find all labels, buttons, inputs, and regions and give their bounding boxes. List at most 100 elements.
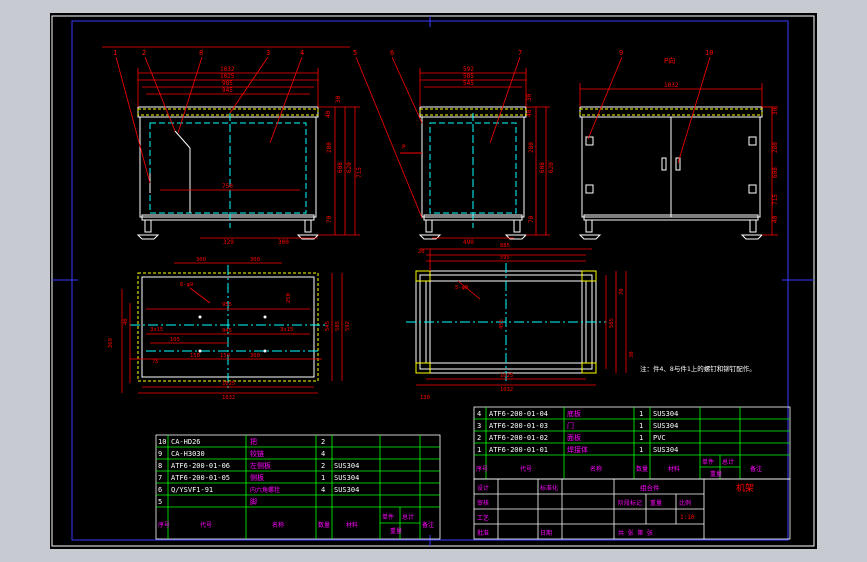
bom-right-header-material: 材料 <box>668 465 680 473</box>
dim-side-608: 608 <box>539 162 546 173</box>
dim-plan-360: 360 <box>250 353 260 359</box>
dim-right-40: 40 <box>772 215 779 223</box>
bom-left-no: 7 <box>158 474 162 482</box>
cad-application: 1032 1025 985 945 750 329 300 30 40 280 … <box>0 0 867 562</box>
side-view: 592 585 545 490 30 40 280 608 620 70 <box>418 66 555 246</box>
balloon-4: 4 <box>300 49 304 57</box>
dim-front-side-715: 715 <box>356 167 363 178</box>
bom-left-header-material: 材料 <box>346 521 358 529</box>
dim-plan-300a: 300 <box>196 257 206 263</box>
bom-left-row: 10 CA-HD26 把 2 <box>158 437 325 446</box>
title-label-review: 审核 <box>477 499 489 507</box>
right-view: P向 1032 30 280 608 715 40 <box>578 56 779 240</box>
bom-right-code: ATF6-200-01-03 <box>489 422 548 430</box>
dim-base-30: 30 <box>629 351 635 358</box>
title-header-weight: 重量 <box>650 499 662 507</box>
bom-right-no: 2 <box>477 434 481 442</box>
dim-plan-150b: 150 <box>220 353 230 359</box>
bom-left-material: SUS304 <box>334 486 359 494</box>
dim-plan-545: 545 <box>325 321 331 331</box>
bom-right-name: 面板 <box>567 433 581 442</box>
drawing-canvas[interactable]: 1032 1025 985 945 750 329 300 30 40 280 … <box>50 13 817 549</box>
bom-right-material: PVC <box>653 434 666 442</box>
bom-left-row: 5 脚 <box>158 497 257 506</box>
bom-left-header-code: 代号 <box>200 521 212 529</box>
technical-note: 注：件4、8与件1上的螺钉和铆钉配作。 <box>640 364 756 373</box>
dim-plan-105: 105 <box>170 337 180 343</box>
dim-base-1032: 1032 <box>500 387 513 393</box>
bom-left-header-weight: 重量 <box>390 527 402 535</box>
bom-left-header-unit: 单件 <box>382 513 394 521</box>
dim-base-455: 455 <box>499 319 505 329</box>
bom-right-no: 3 <box>477 422 481 430</box>
bom-left-name: 左侧板 <box>250 461 271 470</box>
dim-base-885: 885 <box>500 243 510 249</box>
dim-plan-1032: 1032 <box>222 395 235 401</box>
dim-plan-150a: 150 <box>190 353 200 359</box>
dim-front-side-620: 620 <box>346 162 353 173</box>
balloon-3: 3 <box>266 49 270 57</box>
bom-right-qty: 1 <box>639 422 643 430</box>
dim-plan-250: 250 <box>286 293 292 303</box>
dim-side-280: 280 <box>528 142 535 153</box>
dim-front-side-30: 30 <box>335 95 342 103</box>
bom-right-header-code: 代号 <box>520 465 532 473</box>
bom-right-header-total: 总计 <box>722 458 734 466</box>
dim-plan-300b: 300 <box>250 257 260 263</box>
bom-left-name: 把 <box>250 437 257 446</box>
bom-left-header-total: 总计 <box>402 513 414 521</box>
dim-plan-592: 592 <box>345 321 351 331</box>
dim-right-715: 715 <box>772 194 779 205</box>
part-balloons <box>115 56 711 219</box>
bom-right-name: 门 <box>567 421 574 430</box>
bom-left-code: ATF6-200-01-05 <box>171 474 230 482</box>
drawing-title: 机架 <box>736 482 754 494</box>
bom-left-row: 7 ATF6-200-01-05 侧板 1 SUS304 <box>158 473 359 482</box>
dim-right-608: 608 <box>772 167 779 178</box>
title-label-date: 日期 <box>540 529 552 537</box>
dim-front-329: 329 <box>223 239 234 246</box>
bom-left-row: 8 ATF6-200-01-06 左侧板 2 SUS304 <box>158 461 359 470</box>
dim-front-width-985: 985 <box>222 80 233 87</box>
title-label-standard: 标准化 <box>540 484 558 492</box>
dim-plan-3x15b: 3x15 <box>280 327 293 333</box>
balloon-8: 8 <box>199 49 203 57</box>
dim-base-holes: 5-φ9 <box>455 285 468 291</box>
dim-base-70: 70 <box>619 288 625 295</box>
dim-side-545: 545 <box>463 80 474 87</box>
bom-left-qty: 4 <box>321 486 325 494</box>
bom-left-code: Q/YSVF1-91 <box>171 486 213 494</box>
bom-left-name: 脚 <box>250 497 257 506</box>
balloon-5: 5 <box>353 49 357 57</box>
bom-left-code: ATF6-200-01-06 <box>171 462 230 470</box>
dim-side-70: 70 <box>528 215 535 223</box>
dim-side-490: 490 <box>463 239 474 246</box>
bom-left-material: SUS304 <box>334 474 359 482</box>
dim-right-1032: 1032 <box>664 82 679 89</box>
bom-left-no: 5 <box>158 498 162 506</box>
balloon-2: 2 <box>142 49 146 57</box>
bom-right-no: 4 <box>477 410 481 418</box>
title-scale-value: 1:10 <box>680 514 695 521</box>
dim-side-592: 592 <box>463 66 474 73</box>
bom-left-name: 内六角螺栓 <box>250 486 280 494</box>
title-label-process: 工艺 <box>477 514 489 522</box>
bom-left-code: CA-H3030 <box>171 450 205 458</box>
bom-left-no: 9 <box>158 450 162 458</box>
dim-front-300: 300 <box>278 239 289 246</box>
bom-right-header-unit: 单件 <box>702 458 714 466</box>
bom-right-table: 4 ATF6-200-01-04 底板 1 SUS304 3 ATF6-200-… <box>473 406 791 480</box>
dim-plan-holes: 6-φ9 <box>180 282 193 288</box>
dim-front-side-280: 280 <box>326 142 333 153</box>
bom-left-name: 侧板 <box>250 473 264 482</box>
cad-drawing-viewport[interactable]: 1032 1025 985 945 750 329 300 30 40 280 … <box>50 13 817 549</box>
dim-side-585: 585 <box>463 73 474 80</box>
bom-right-qty: 1 <box>639 434 643 442</box>
dim-base-585: 585 <box>609 318 615 328</box>
balloon-1: 1 <box>113 49 117 57</box>
dim-side-620: 620 <box>548 162 555 173</box>
balloon-10: 10 <box>705 49 713 57</box>
dim-right-30: 30 <box>772 107 779 115</box>
bom-left-row: 6 Q/YSVF1-91 内六角螺栓 4 SUS304 <box>158 486 359 494</box>
dim-base-130: 130 <box>420 395 430 401</box>
